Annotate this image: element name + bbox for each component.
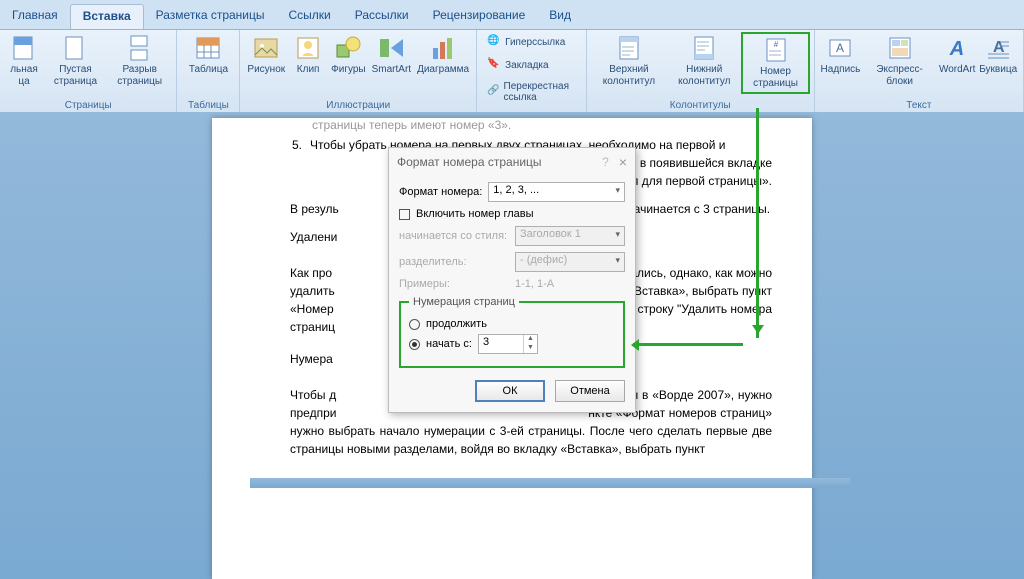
shapes-icon (334, 34, 362, 62)
group-links: 🌐Гиперссылка 🔖Закладка 🔗Перекрестная ссы… (477, 30, 587, 114)
blank-page-button[interactable]: Пустая страница (44, 32, 107, 90)
ribbon: льная ца Пустая страница Разрыв страницы… (0, 30, 1024, 115)
group-headfoot: Верхний колонтитул Нижний колонтитул # Н… (587, 30, 815, 114)
group-tables: Таблица Таблицы (177, 30, 240, 114)
svg-text:A: A (949, 38, 964, 60)
globe-icon: 🌐 (487, 35, 501, 49)
dialog-close[interactable]: × (619, 154, 627, 170)
wordart-button[interactable]: A WordArt (937, 32, 977, 78)
bookmark-button[interactable]: 🔖Закладка (485, 57, 578, 73)
spin-start-at[interactable]: 3 ▲▼ (478, 334, 538, 354)
radio-start-at[interactable]: начать с: 3 ▲▼ (409, 334, 615, 354)
chapter-style-label: начинается со стиля: (399, 230, 509, 242)
group-illustrations: Рисунок Клип Фигуры SmartArt Диаграмма И… (240, 30, 477, 114)
footer-icon (690, 34, 718, 62)
tab-insert[interactable]: Вставка (70, 4, 144, 29)
tab-references[interactable]: Ссылки (277, 4, 343, 29)
include-chapter-label: Включить номер главы (416, 208, 534, 220)
spin-up[interactable]: ▲ (524, 335, 537, 344)
blank-page-icon (61, 34, 89, 62)
radio-continue[interactable]: продолжить (409, 318, 615, 330)
clip-button[interactable]: Клип (288, 32, 328, 78)
chart-button[interactable]: Диаграмма (414, 32, 472, 78)
group-text: A Надпись Экспресс-блоки A WordArt A Бук… (815, 30, 1024, 114)
annotation-arrow (756, 108, 759, 338)
smartart-button[interactable]: SmartArt (369, 32, 414, 78)
number-format-label: Формат номера: (399, 186, 482, 198)
smartart-icon (377, 34, 405, 62)
table-button[interactable]: Таблица (181, 32, 235, 78)
tab-review[interactable]: Рецензирование (421, 4, 538, 29)
svg-text:#: # (773, 40, 778, 49)
dropcap-icon: A (984, 34, 1012, 62)
tab-view[interactable]: Вид (537, 4, 583, 29)
examples-label: Примеры: (399, 278, 509, 290)
doc-text: страницы теперь имеют номер «3». (312, 118, 772, 132)
crossref-icon: 🔗 (487, 85, 499, 99)
cancel-button[interactable]: Отмена (555, 380, 625, 402)
clip-icon (294, 34, 322, 62)
header-button[interactable]: Верхний колонтитул (591, 32, 668, 90)
dialog-title: Формат номера страницы (397, 155, 542, 169)
page-break-button[interactable]: Разрыв страницы (107, 32, 173, 90)
page-number-button[interactable]: # Номер страницы (741, 32, 809, 94)
wordart-icon: A (943, 34, 971, 62)
include-chapter-checkbox[interactable] (399, 209, 410, 220)
dropcap-button[interactable]: A Буквица (977, 32, 1019, 78)
quickparts-button[interactable]: Экспресс-блоки (862, 32, 937, 90)
annotation-arrow (633, 343, 743, 346)
examples-value: 1-1, 1-A (515, 278, 554, 290)
number-format-select[interactable]: 1, 2, 3, ... (488, 182, 625, 202)
hyperlink-button[interactable]: 🌐Гиперссылка (485, 34, 578, 50)
page-break-icon (126, 34, 154, 62)
shapes-button[interactable]: Фигуры (328, 32, 368, 78)
bookmark-icon: 🔖 (487, 58, 501, 72)
cover-page-icon (10, 34, 38, 62)
spin-down[interactable]: ▼ (524, 344, 537, 353)
cover-page-button[interactable]: льная ца (4, 32, 44, 90)
table-icon (194, 34, 222, 62)
textbox-icon: A (826, 34, 854, 62)
ribbon-tabs: Главная Вставка Разметка страницы Ссылки… (0, 0, 1024, 30)
dialog-help[interactable]: ? (602, 155, 609, 169)
picture-icon (252, 34, 280, 62)
picture-button[interactable]: Рисунок (244, 32, 288, 78)
header-icon (615, 34, 643, 62)
tab-pagelayout[interactable]: Разметка страницы (144, 4, 277, 29)
svg-text:A: A (836, 41, 844, 55)
tab-mailings[interactable]: Рассылки (343, 4, 421, 29)
page-number-icon: # (762, 36, 790, 64)
page-number-format-dialog: Формат номера страницы ? × Формат номера… (388, 147, 636, 413)
chart-icon (429, 34, 457, 62)
group-pages: льная ца Пустая страница Разрыв страницы… (0, 30, 177, 114)
ok-button[interactable]: ОК (475, 380, 545, 402)
footer-button[interactable]: Нижний колонтитул (667, 32, 741, 90)
tab-home[interactable]: Главная (0, 4, 70, 29)
separator-select: - (дефис) (515, 252, 625, 272)
textbox-button[interactable]: A Надпись (819, 32, 862, 78)
chapter-style-select: Заголовок 1 (515, 226, 625, 246)
page-numbering-group: Нумерация страниц продолжить начать с: 3… (399, 296, 625, 368)
separator-label: разделитель: (399, 256, 509, 268)
crossref-button[interactable]: 🔗Перекрестная ссылка (485, 80, 578, 104)
quickparts-icon (886, 34, 914, 62)
